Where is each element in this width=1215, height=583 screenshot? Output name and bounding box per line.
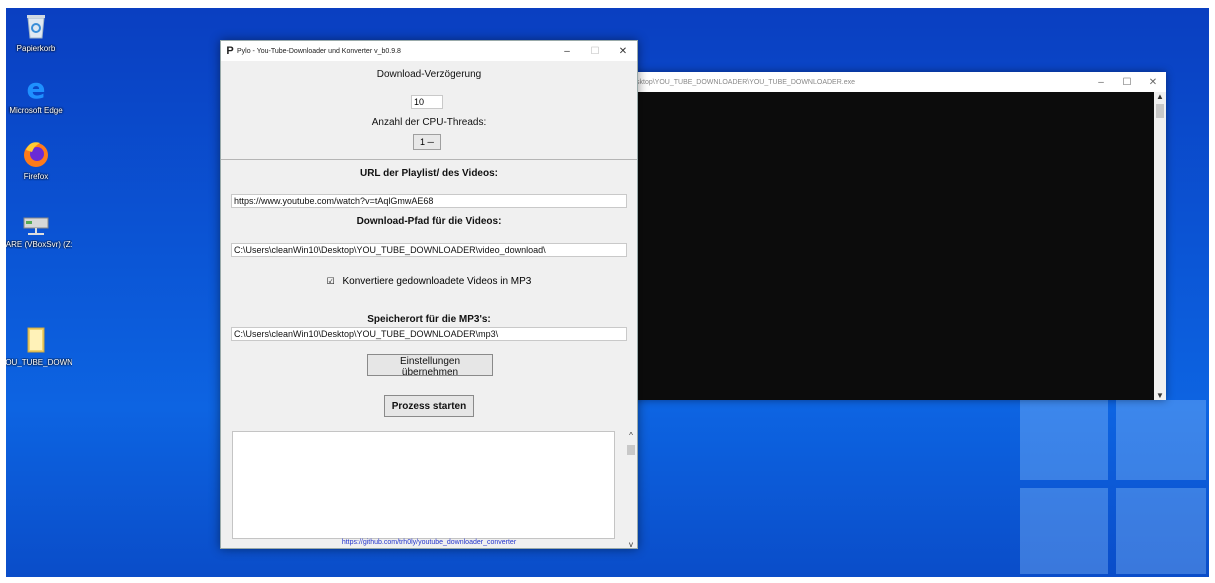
scroll-down-icon[interactable]: ▼ bbox=[1154, 391, 1166, 400]
maximize-icon[interactable]: ☐ bbox=[581, 46, 609, 57]
scroll-thumb[interactable] bbox=[1156, 104, 1164, 118]
desktop-icon-label: Papierkorb bbox=[16, 44, 56, 53]
svg-text:e: e bbox=[27, 72, 46, 104]
desktop-icon-label: Firefox bbox=[23, 172, 49, 181]
threads-label: Anzahl der CPU-Threads: bbox=[371, 117, 487, 128]
scroll-up-icon[interactable]: ^ bbox=[625, 431, 637, 440]
threads-select[interactable]: 1 ─ bbox=[413, 134, 441, 150]
desktop-icon-label: Microsoft Edge bbox=[9, 106, 63, 115]
convert-mp3-label: Konvertiere gedownloadete Videos in MP3 bbox=[342, 276, 532, 287]
delay-input[interactable]: 10 bbox=[411, 95, 443, 109]
url-label: URL der Playlist/ des Videos: bbox=[359, 168, 498, 179]
checkbox-checked-icon[interactable]: ☑ bbox=[327, 276, 335, 287]
desktop-icon-recycle-bin[interactable]: Papierkorb bbox=[0, 10, 72, 53]
app-titlebar[interactable]: P Pylo - You-Tube-Downloader und Konvert… bbox=[221, 41, 637, 61]
desktop-icon-folder[interactable]: YOU_TUBE_DOWN... bbox=[0, 324, 72, 367]
close-icon[interactable]: ✕ bbox=[609, 46, 637, 57]
log-textbox[interactable] bbox=[232, 431, 615, 539]
mp3-path-input[interactable]: C:\Users\cleanWin10\Desktop\YOU_TUBE_DOW… bbox=[231, 327, 627, 341]
scroll-thumb[interactable] bbox=[627, 445, 635, 455]
close-icon[interactable]: ✕ bbox=[1140, 77, 1166, 88]
network-drive-icon bbox=[23, 217, 49, 235]
start-process-button[interactable]: Prozess starten bbox=[384, 395, 474, 417]
desktop-icon-firefox[interactable]: Firefox bbox=[0, 138, 72, 181]
app-logo-icon: P bbox=[226, 45, 234, 57]
desktop-icon-label: YOU_TUBE_DOWN... bbox=[0, 358, 72, 367]
download-path-input[interactable]: C:\Users\cleanWin10\Desktop\YOU_TUBE_DOW… bbox=[231, 243, 627, 257]
minimize-icon[interactable]: – bbox=[553, 46, 581, 57]
folder-icon bbox=[27, 327, 45, 353]
delay-label: Download-Verzögerung bbox=[376, 69, 482, 80]
apply-settings-button[interactable]: Einstellungen übernehmen bbox=[367, 354, 493, 378]
console-scrollbar[interactable]: ▲ ▼ bbox=[1154, 92, 1166, 400]
edge-icon: e bbox=[27, 72, 46, 104]
wallpaper-windows-logo bbox=[1020, 400, 1210, 578]
app-title: Pylo - You-Tube-Downloader und Konverter… bbox=[237, 47, 401, 55]
github-link[interactable]: https://github.com/trh0ly/youtube_downlo… bbox=[221, 539, 637, 546]
app-window[interactable]: P Pylo - You-Tube-Downloader und Konvert… bbox=[220, 40, 638, 549]
divider bbox=[221, 159, 637, 160]
console-window[interactable]: sktop\YOU_TUBE_DOWNLOADER\YOU_TUBE_DOWNL… bbox=[622, 72, 1166, 400]
console-title: sktop\YOU_TUBE_DOWNLOADER\YOU_TUBE_DOWNL… bbox=[636, 78, 855, 86]
desktop-icon-label: HARE (VBoxSvr) (Z:) bbox=[0, 240, 72, 249]
url-input[interactable]: https://www.youtube.com/watch?v=tAqlGmwA… bbox=[231, 194, 627, 208]
mp3-location-label: Speicherort für die MP3's: bbox=[367, 314, 491, 325]
recycle-bin-icon bbox=[27, 15, 45, 39]
convert-mp3-option[interactable]: ☑ Konvertiere gedownloadete Videos in MP… bbox=[221, 276, 637, 287]
path-label: Download-Pfad für die Videos: bbox=[356, 216, 502, 227]
firefox-icon bbox=[24, 142, 48, 167]
maximize-icon[interactable]: ☐ bbox=[1114, 77, 1140, 88]
console-output bbox=[636, 92, 1154, 400]
console-titlebar[interactable]: sktop\YOU_TUBE_DOWNLOADER\YOU_TUBE_DOWNL… bbox=[622, 72, 1166, 92]
minimize-icon[interactable]: – bbox=[1088, 77, 1114, 88]
log-scrollbar[interactable]: ^ v bbox=[625, 431, 637, 549]
scroll-up-icon[interactable]: ▲ bbox=[1154, 92, 1166, 101]
desktop-icon-network-drive[interactable]: HARE (VBoxSvr) (Z:) bbox=[0, 206, 72, 249]
desktop-icon-edge[interactable]: e Microsoft Edge bbox=[0, 72, 72, 115]
